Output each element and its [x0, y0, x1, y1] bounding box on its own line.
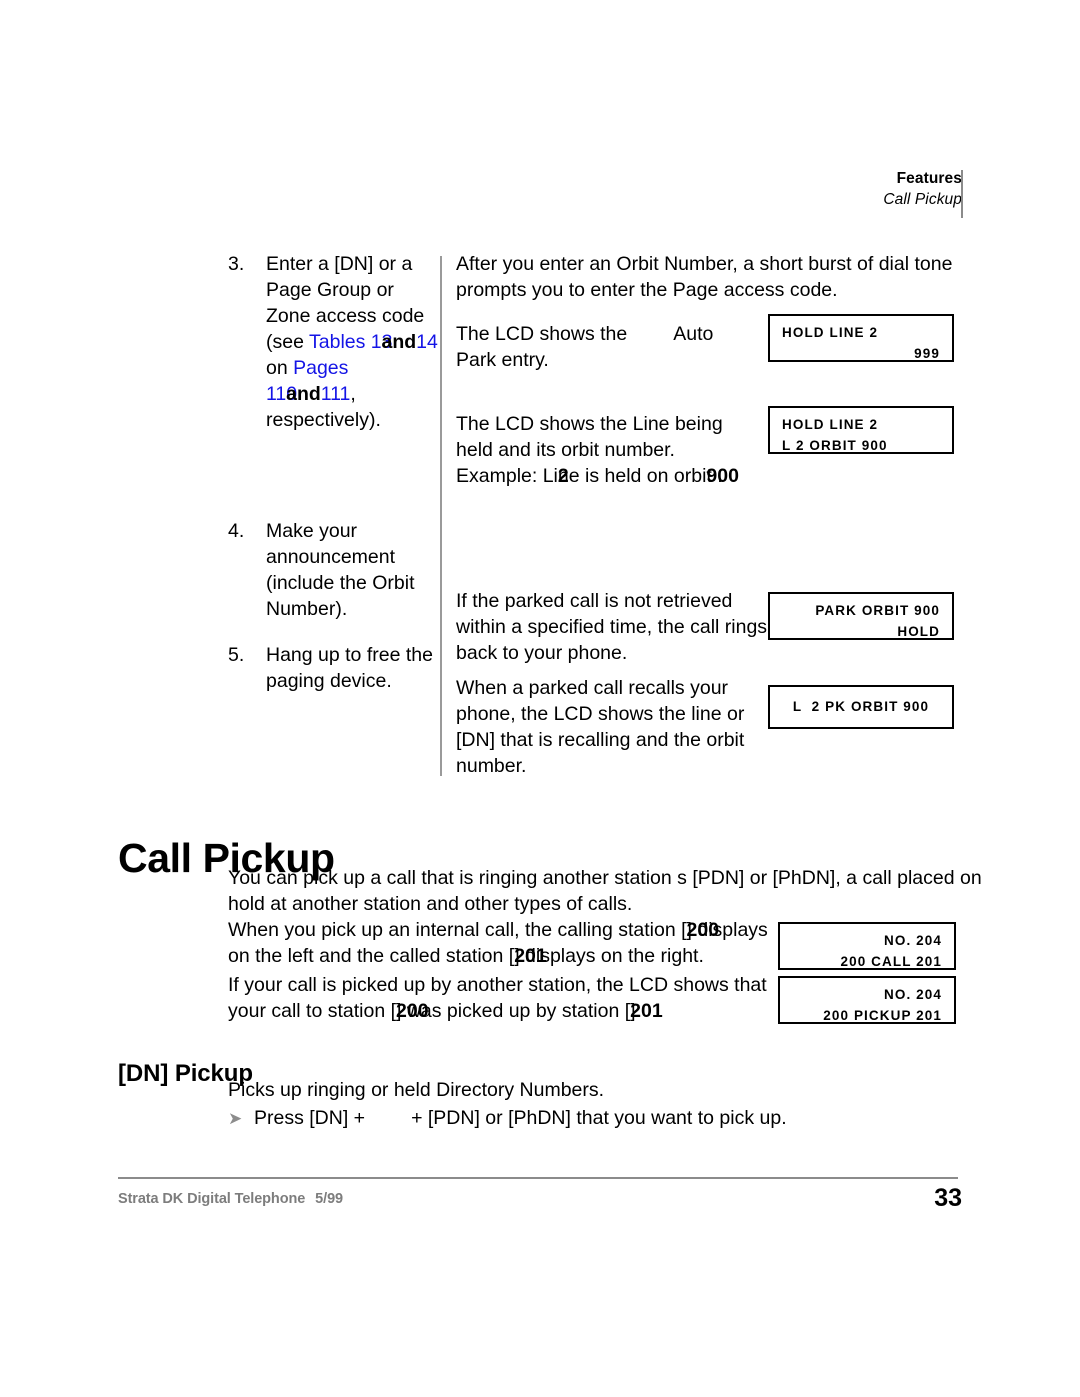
header-title: Features: [896, 170, 962, 187]
lcd-line: L 2 ORBIT 900: [782, 437, 888, 453]
step-text-on: on: [266, 356, 294, 379]
header-vertical-rule: [961, 170, 963, 218]
paragraph-parked-call-recall: When a parked call recalls your phone, t…: [456, 677, 745, 777]
lcd-line: HOLD LINE 2: [782, 325, 879, 340]
step-text-and-1: and: [381, 330, 417, 353]
dn-pickup-action-part1: Press [DN] +: [254, 1107, 366, 1129]
lcd-line: 999: [914, 345, 940, 361]
dn-pickup-description: Picks up ringing or held Directory Numbe…: [228, 1079, 605, 1101]
call-pickup-internal-call: When you pick up an internal call, the c…: [228, 919, 768, 967]
link-page-111[interactable]: 111: [321, 383, 351, 405]
procedure-left-column: 3. Enter a [DN] or a Page Group or Zone …: [228, 252, 440, 713]
paragraph-parked-call-rings-back: If the parked call is not retrieved with…: [456, 590, 768, 664]
procedure-step-5: 5. Hang up to free the paging device.: [228, 643, 440, 695]
running-header: Features Call Pickup: [883, 168, 962, 211]
link-table-14[interactable]: 14: [416, 331, 438, 353]
call-pickup-picked-up: If your call is picked up by another sta…: [228, 974, 767, 1022]
step-text: Make your announcement (include the Orbi…: [266, 520, 415, 621]
line-held-part2: ne is held on orbi: [557, 464, 707, 487]
lcd-line: NO. 204: [884, 933, 942, 948]
step-number: 4.: [228, 520, 245, 543]
right-triangle-bullet-icon: ➤: [228, 1109, 243, 1128]
footer-page-number: 33: [934, 1184, 962, 1212]
lcd-line: 200 PICKUP 201: [823, 1007, 942, 1023]
paragraph-line-held-orbit: The LCD shows the Line being held and it…: [456, 412, 739, 487]
step-text-and-2: and: [286, 382, 321, 405]
lcd-line: L 2 PK ORBIT 900: [792, 698, 930, 714]
step-text: Hang up to free the paging device.: [266, 644, 433, 693]
call-pickup-intro: You can pick up a call that is ringing a…: [228, 867, 982, 915]
lcd-line: NO. 204: [884, 987, 942, 1002]
line-held-part3: t .: [706, 464, 723, 487]
auto-park-lead: The LCD shows the: [456, 322, 628, 345]
lcd-line: HOLD: [897, 623, 940, 639]
internal-call-part1: When you pick up an internal call, the c…: [228, 919, 687, 941]
internal-call-part3: ] displays on the right.: [514, 944, 704, 967]
link-tables-13[interactable]: Tables 13: [309, 331, 392, 353]
lcd-hold-line-2-999: HOLD LINE 2 999: [768, 314, 954, 362]
lcd-line: HOLD LINE 2: [782, 417, 879, 432]
lcd-no-204-200-pickup-201: NO. 204 200 PICKUP 201: [778, 976, 956, 1024]
procedure-right-column: After you enter an Orbit Number, a short…: [456, 252, 1016, 777]
picked-up-part3: ].: [630, 999, 641, 1022]
auto-park-tail: entry.: [501, 348, 549, 371]
step-number: 5.: [228, 644, 245, 667]
step-number: 3.: [228, 253, 245, 275]
lcd-line: 200 CALL 201: [840, 953, 942, 969]
procedure-column-divider: [440, 256, 442, 776]
document-page: Features Call Pickup 3. Enter a [DN] or …: [0, 0, 1080, 1397]
lcd-pk-orbit-900: L 2 PK ORBIT 900: [768, 685, 954, 729]
footer-document-info: Strata DK Digital Telephone 5/99: [118, 1191, 343, 1207]
dn-pickup-action-part2: + [PDN] or [PhDN] that you want to pick …: [411, 1107, 787, 1129]
lcd-hold-line-2-orbit-900: HOLD LINE 2 L 2 ORBIT 900: [768, 406, 954, 454]
lcd-no-204-200-call-201: NO. 204 200 CALL 201: [778, 922, 956, 970]
dn-pickup-action-item: ➤ Press [DN] + + [PDN] or [PhDN] that you …: [228, 1106, 928, 1132]
paragraph-orbit-dial-tone: After you enter an Orbit Number, a short…: [456, 253, 953, 301]
footer-rule: [118, 1177, 958, 1179]
lcd-line: PARK ORBIT 900: [815, 603, 940, 618]
lcd-park-orbit-900-hold: PARK ORBIT 900 HOLD: [768, 592, 954, 640]
footer-date: 5/99: [315, 1191, 343, 1207]
picked-up-part2: ] was picked up by station [: [396, 999, 631, 1022]
footer-document-name: Strata DK Digital Telephone: [118, 1191, 306, 1207]
paragraph-auto-park-entry: The LCD shows the Auto Park entry.: [456, 322, 756, 374]
header-subtitle: Call Pickup: [883, 191, 962, 209]
procedure-step-3: 3. Enter a [DN] or a Page Group or Zone …: [228, 252, 440, 433]
procedure-step-4: 4. Make your announcement (include the O…: [228, 519, 440, 623]
